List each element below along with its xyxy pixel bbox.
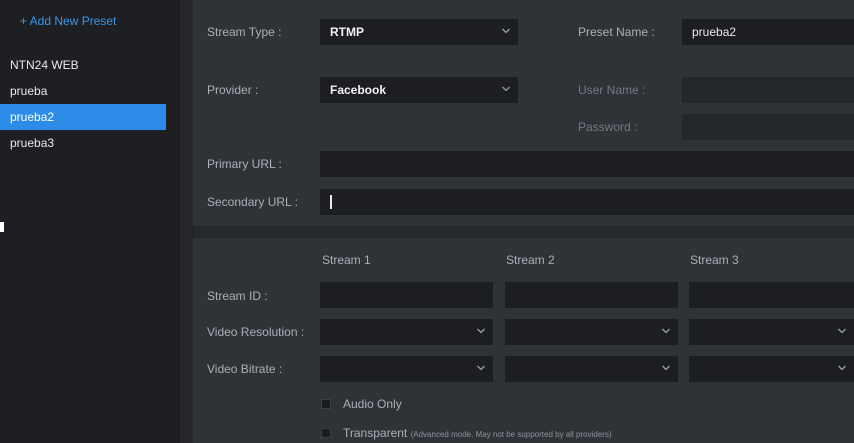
stream-1-header: Stream 1: [322, 253, 371, 267]
transparent-checkbox[interactable]: [321, 428, 331, 438]
stream-3-id-input[interactable]: [689, 282, 854, 308]
audio-only-checkbox[interactable]: [321, 399, 331, 409]
stream-3-bitrate-select[interactable]: [689, 356, 854, 382]
preset-item-prueba2[interactable]: prueba2: [0, 104, 166, 130]
stream-2-header: Stream 2: [506, 253, 555, 267]
transparent-label: Transparent: [343, 426, 408, 440]
preset-list: NTN24 WEB prueba prueba2 prueba3: [0, 52, 180, 156]
stream-2-id-input[interactable]: [505, 282, 678, 308]
stream-id-label: Stream ID :: [207, 289, 268, 303]
stream-2-bitrate-select[interactable]: [505, 356, 678, 382]
password-label: Password :: [578, 120, 638, 134]
provider-value: Facebook: [330, 83, 387, 97]
username-label: User Name :: [578, 83, 646, 97]
stream-1-bitrate-select[interactable]: [320, 356, 493, 382]
chevron-down-icon: [477, 365, 485, 371]
primary-url-label: Primary URL :: [207, 157, 282, 171]
preset-item-prueba3[interactable]: prueba3: [0, 130, 180, 156]
preset-sidebar: + Add New Preset NTN24 WEB prueba prueba…: [0, 0, 180, 443]
resize-handle[interactable]: [0, 222, 4, 232]
text-cursor: [330, 195, 332, 209]
secondary-url-label: Secondary URL :: [207, 195, 298, 209]
stream-type-select[interactable]: RTMP: [320, 19, 518, 45]
stream-2-resolution-select[interactable]: [505, 319, 678, 345]
chevron-down-icon: [502, 28, 510, 34]
transparent-note: (Advanced mode. May not be supported by …: [410, 430, 612, 439]
chevron-down-icon: [502, 86, 510, 92]
stream-type-value: RTMP: [330, 25, 364, 39]
preset-item-prueba[interactable]: prueba: [0, 78, 180, 104]
chevron-down-icon: [477, 328, 485, 334]
primary-url-input[interactable]: [320, 151, 854, 177]
preset-item-ntn24-web[interactable]: NTN24 WEB: [0, 52, 180, 78]
provider-select[interactable]: Facebook: [320, 77, 518, 103]
username-input[interactable]: [682, 77, 854, 103]
secondary-url-input[interactable]: [320, 189, 854, 215]
stream-type-label: Stream Type :: [207, 25, 282, 39]
add-new-preset-link[interactable]: + Add New Preset: [20, 14, 116, 28]
password-input[interactable]: [682, 114, 854, 140]
stream-3-resolution-select[interactable]: [689, 319, 854, 345]
stream-3-header: Stream 3: [690, 253, 739, 267]
preset-name-label: Preset Name :: [578, 25, 655, 39]
transparent-label-row: Transparent (Advanced mode. May not be s…: [343, 426, 612, 440]
stream-1-id-input[interactable]: [320, 282, 493, 308]
video-bitrate-label: Video Bitrate :: [207, 362, 283, 376]
stream-1-resolution-select[interactable]: [320, 319, 493, 345]
sidebar-gutter: [180, 0, 193, 443]
preset-name-input[interactable]: prueba2: [682, 19, 854, 45]
preset-name-value: prueba2: [692, 25, 737, 39]
video-resolution-label: Video Resolution :: [207, 325, 305, 339]
chevron-down-icon: [662, 328, 670, 334]
chevron-down-icon: [662, 365, 670, 371]
chevron-down-icon: [838, 328, 846, 334]
audio-only-label: Audio Only: [343, 397, 402, 411]
section-divider: [193, 226, 854, 238]
provider-label: Provider :: [207, 83, 259, 97]
chevron-down-icon: [838, 365, 846, 371]
